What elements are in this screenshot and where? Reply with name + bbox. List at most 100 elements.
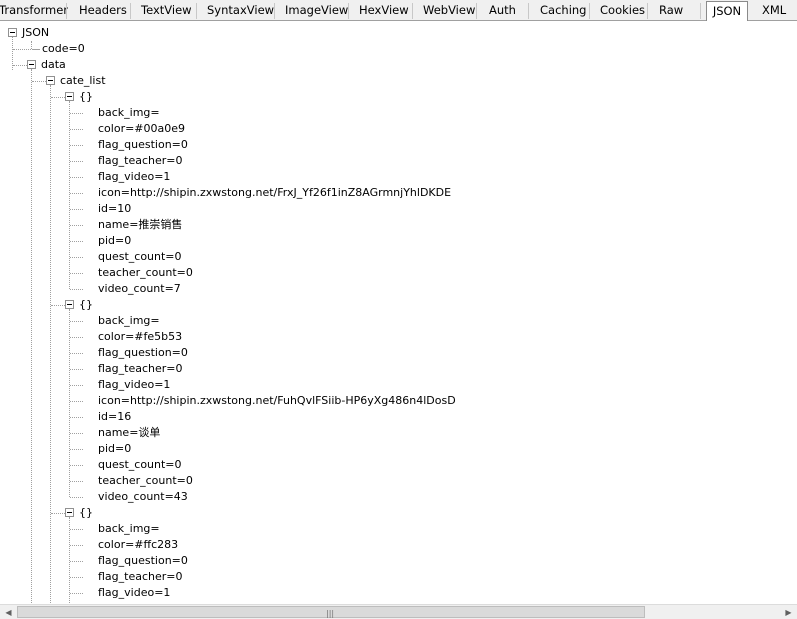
tree-connector <box>70 385 83 386</box>
tab-separator <box>528 3 529 19</box>
tree-node-field[interactable]: icon=http://shipin.zxwstong.net/FuhQvlFS… <box>98 393 456 409</box>
tree-node-field[interactable]: back_img= <box>98 521 160 537</box>
tree-node-field[interactable]: color=#ffc283 <box>98 537 178 553</box>
tree-node-field[interactable]: flag_question=0 <box>98 137 188 153</box>
horizontal-scrollbar[interactable]: ◀ ||| ▶ <box>0 604 797 619</box>
tree-connector <box>32 81 46 82</box>
scrollbar-grip-icon: ||| <box>326 609 335 618</box>
collapse-toggle-icon[interactable] <box>65 508 74 517</box>
tree-connector <box>70 561 83 562</box>
tree-node-field[interactable]: teacher_count=0 <box>98 473 193 489</box>
tree-node-data[interactable]: data <box>41 57 66 73</box>
tree-connector <box>70 113 83 114</box>
tree-node-object[interactable]: {} <box>79 297 93 313</box>
tree-connector <box>70 193 83 194</box>
tree-node-field[interactable]: back_img= <box>98 105 160 121</box>
tab-separator <box>589 3 590 19</box>
tree-node-field[interactable]: icon=http://shipin.zxwstong.net/FrxJ_Yf2… <box>98 185 451 201</box>
tab-syntaxview[interactable]: SyntaxView <box>207 0 274 20</box>
tree-connector <box>70 577 83 578</box>
tree-node-field[interactable]: id=16 <box>98 409 131 425</box>
tree-connector <box>70 401 83 402</box>
tree-connector <box>70 529 83 530</box>
tree-node-field[interactable]: video_count=7 <box>98 281 181 297</box>
tree-connector <box>70 337 83 338</box>
tab-json[interactable]: JSON <box>706 1 748 21</box>
tab-xml[interactable]: XML <box>762 0 792 20</box>
scrollbar-thumb[interactable]: ||| <box>17 606 645 618</box>
json-tree-view[interactable]: JSON code=0 data cate_list {} back_img= co… <box>0 22 797 604</box>
tree-node-field[interactable]: flag_question=0 <box>98 345 188 361</box>
tree-connector <box>70 465 83 466</box>
tree-node-field[interactable]: flag_video=1 <box>98 377 170 393</box>
tab-caching[interactable]: Caching <box>540 0 586 20</box>
tree-connector <box>51 513 65 514</box>
tree-connector <box>51 305 65 306</box>
tree-node-object[interactable]: {} <box>79 505 93 521</box>
tree-connector <box>70 129 83 130</box>
tree-node-field[interactable]: color=#00a0e9 <box>98 121 185 137</box>
tree-connector <box>70 497 83 498</box>
tree-node-field[interactable]: pid=0 <box>98 233 131 249</box>
collapse-toggle-icon[interactable] <box>65 92 74 101</box>
tree-node-root[interactable]: JSON <box>22 25 49 41</box>
tree-node-field[interactable]: quest_count=0 <box>98 457 182 473</box>
tree-connector <box>31 41 32 49</box>
tree-connector <box>51 97 65 98</box>
tab-cookies[interactable]: Cookies <box>600 0 645 20</box>
tab-raw[interactable]: Raw <box>659 0 685 20</box>
tab-separator <box>700 3 701 19</box>
tree-node-field[interactable]: pid=0 <box>98 441 131 457</box>
tree-node-field[interactable]: flag_teacher=0 <box>98 361 183 377</box>
tree-connector <box>70 545 83 546</box>
tree-node-field[interactable]: name=推崇销售 <box>98 217 182 233</box>
tab-separator <box>130 3 131 19</box>
tree-node-field[interactable]: color=#fe5b53 <box>98 329 182 345</box>
collapse-toggle-icon[interactable] <box>65 300 74 309</box>
tree-node-cate-list[interactable]: cate_list <box>60 73 106 89</box>
tree-connector <box>70 241 83 242</box>
tab-auth[interactable]: Auth <box>489 0 519 20</box>
tab-transformer[interactable]: Transformer <box>0 0 68 20</box>
collapse-toggle-icon[interactable] <box>46 76 55 85</box>
tree-node-field[interactable]: flag_video=1 <box>98 585 170 601</box>
tree-connector <box>70 433 83 434</box>
tab-textview[interactable]: TextView <box>141 0 192 20</box>
tree-node-field[interactable]: flag_teacher=0 <box>98 569 183 585</box>
tree-node-field[interactable]: back_img= <box>98 313 160 329</box>
tree-connector <box>31 69 32 604</box>
scroll-right-icon[interactable]: ▶ <box>780 605 797 619</box>
tab-separator <box>647 3 648 19</box>
tab-separator <box>348 3 349 19</box>
tree-node-field[interactable]: flag_question=0 <box>98 553 188 569</box>
tab-separator <box>412 3 413 19</box>
scroll-left-icon[interactable]: ◀ <box>0 605 17 619</box>
tree-node-object[interactable]: {} <box>79 89 93 105</box>
tree-connector <box>70 369 83 370</box>
tab-separator <box>66 3 67 19</box>
tree-connector <box>70 289 83 290</box>
tree-node-field[interactable]: id=10 <box>98 201 131 217</box>
tab-hexview[interactable]: HexView <box>359 0 409 20</box>
tree-connector <box>70 353 83 354</box>
tree-node-field[interactable]: name=谈单 <box>98 425 160 441</box>
collapse-toggle-icon[interactable] <box>27 60 36 69</box>
tree-node-code[interactable]: code=0 <box>42 41 85 57</box>
collapse-toggle-icon[interactable] <box>8 28 17 37</box>
response-tab-bar: Transformer Headers TextView SyntaxView … <box>0 0 797 21</box>
tab-separator <box>476 3 477 19</box>
tree-connector <box>70 321 83 322</box>
tree-connector <box>70 257 83 258</box>
tree-connector <box>32 49 40 50</box>
tree-node-field[interactable]: teacher_count=0 <box>98 265 193 281</box>
tab-webview[interactable]: WebView <box>423 0 475 20</box>
tree-connector <box>70 449 83 450</box>
tree-node-field[interactable]: flag_video=1 <box>98 169 170 185</box>
tree-node-field[interactable]: quest_count=0 <box>98 249 182 265</box>
tab-imageview[interactable]: ImageView <box>285 0 348 20</box>
tree-node-field[interactable]: flag_teacher=0 <box>98 153 183 169</box>
tree-connector <box>70 481 83 482</box>
tab-headers[interactable]: Headers <box>79 0 129 20</box>
tree-connector <box>70 177 83 178</box>
tree-node-field[interactable]: video_count=43 <box>98 489 188 505</box>
